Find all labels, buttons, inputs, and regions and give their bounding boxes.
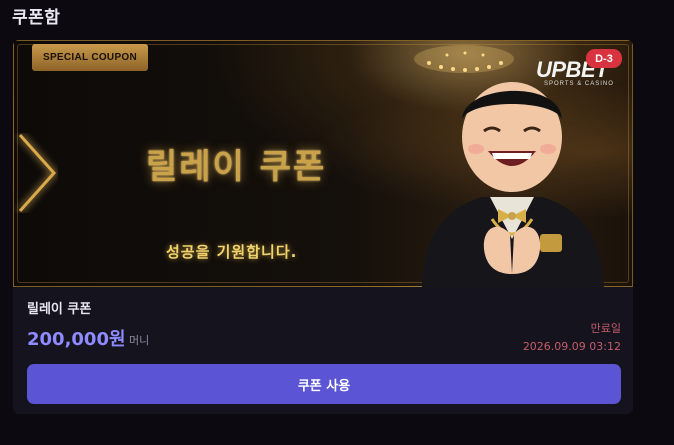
brand-logo-subtext: SPORTS & CASINO (544, 81, 614, 87)
use-coupon-button[interactable]: 쿠폰 사용 (27, 364, 621, 404)
expiry-date: 2026.09.09 03:12 (522, 340, 621, 353)
banner-title: 릴레이 쿠폰 (146, 147, 327, 187)
banner-subtitle: 성공을 기원합니다. (166, 243, 298, 261)
coupon-amount-unit: 머니 (129, 334, 150, 347)
special-coupon-tag: SPECIAL COUPON (32, 44, 148, 71)
chevron-right-icon (18, 133, 57, 213)
coupon-banner: SPECIAL COUPON 릴레이 쿠폰 성공을 기원합니다. UPBET S… (13, 40, 633, 288)
page-title: 쿠폰함 (12, 8, 61, 28)
mascot-illustration (422, 82, 604, 288)
expiry-label: 만료일 (590, 322, 621, 335)
coupon-info: 릴레이 쿠폰 200,000원 머니 만료일 2026.09.09 03:12 … (13, 287, 633, 414)
dday-badge: D-3 (586, 49, 622, 68)
coupon-card: SPECIAL COUPON 릴레이 쿠폰 성공을 기원합니다. UPBET S… (13, 40, 633, 414)
coupon-amount: 200,000원 (27, 329, 126, 350)
coupon-name: 릴레이 쿠폰 (27, 302, 92, 317)
